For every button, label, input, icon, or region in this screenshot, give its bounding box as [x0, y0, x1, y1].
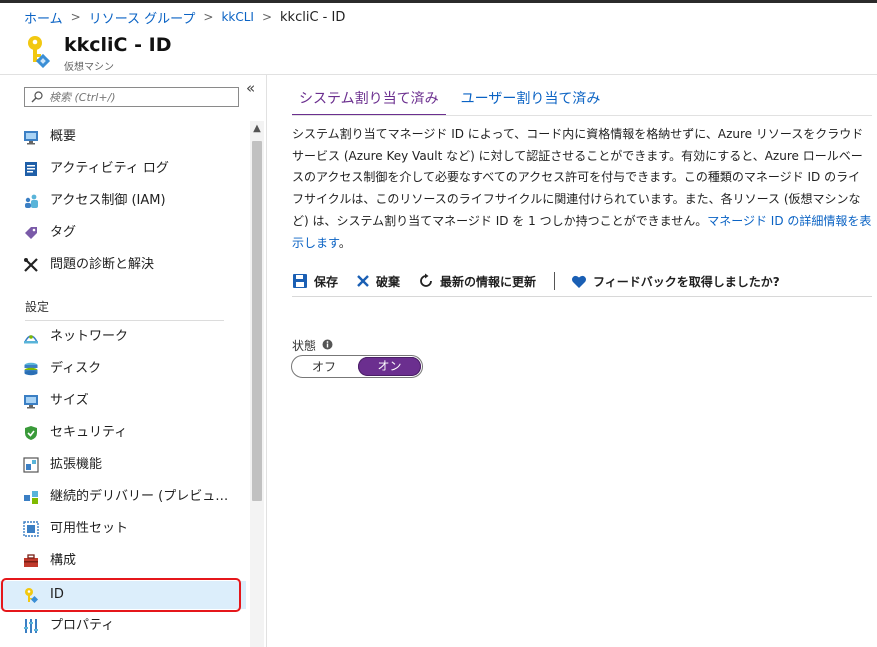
sidebar-item-label: 問題の診断と解決	[50, 257, 155, 272]
sidebar-item-label: プロパティ	[50, 618, 115, 633]
sidebar-item-properties[interactable]: プロパティ	[0, 612, 246, 640]
breadcrumb-resource-group[interactable]: kkCLI	[221, 10, 254, 24]
search-input[interactable]	[49, 90, 229, 104]
sidebar-item-label: アクティビティ ログ	[50, 161, 169, 176]
shield-icon	[23, 425, 39, 441]
feedback-button[interactable]: フィードバックを取得しましたか?	[571, 273, 780, 290]
monitor-icon	[23, 393, 39, 409]
highlight-outline	[1, 578, 241, 612]
delivery-icon	[23, 489, 39, 505]
sidebar: « ▲ 概要 アクティビティ ログ アクセス制御 (IAM)	[0, 75, 267, 647]
availability-icon	[23, 521, 39, 537]
log-icon	[23, 161, 39, 177]
collapse-sidebar-button[interactable]: «	[246, 81, 255, 96]
sidebar-scrollbar[interactable]: ▲	[250, 121, 264, 647]
sidebar-item-label: 継続的デリバリー (プレビュー)	[50, 489, 232, 504]
description-body: システム割り当てマネージド ID によって、コード内に資格情報を格納せずに、Az…	[292, 127, 864, 228]
sidebar-item-disks[interactable]: ディスク	[0, 355, 246, 383]
save-button[interactable]: 保存	[292, 273, 338, 290]
sidebar-item-label: サイズ	[50, 393, 89, 408]
breadcrumb-resource-groups[interactable]: リソース グループ	[89, 8, 196, 27]
status-label-text: 状態	[292, 339, 317, 353]
status-toggle[interactable]: オフ オン	[291, 355, 423, 378]
sidebar-item-label: 拡張機能	[50, 457, 103, 472]
sidebar-item-activity-log[interactable]: アクティビティ ログ	[0, 155, 246, 183]
close-icon	[357, 275, 369, 287]
info-icon[interactable]	[322, 339, 333, 353]
sidebar-item-label: アクセス制御 (IAM)	[50, 193, 166, 208]
breadcrumb-current: kkcliC - ID	[280, 9, 346, 25]
key-icon	[24, 34, 52, 69]
sidebar-item-availability-set[interactable]: 可用性セット	[0, 515, 246, 543]
save-icon	[293, 274, 307, 288]
breadcrumb: ホーム > リソース グループ > kkCLI > kkcliC - ID	[24, 8, 346, 27]
sidebar-item-configuration[interactable]: 構成	[0, 547, 246, 575]
page-subtitle: 仮想マシン	[64, 62, 114, 73]
sidebar-item-label: 概要	[50, 129, 77, 144]
sidebar-item-tags[interactable]: タグ	[0, 219, 246, 247]
breadcrumb-separator: >	[70, 10, 81, 24]
discard-button[interactable]: 破棄	[356, 273, 400, 290]
sidebar-item-overview[interactable]: 概要	[0, 123, 246, 151]
breadcrumb-home[interactable]: ホーム	[24, 8, 63, 27]
sidebar-search[interactable]	[24, 87, 239, 107]
sidebar-item-extensions[interactable]: 拡張機能	[0, 451, 246, 479]
description-text: システム割り当てマネージド ID によって、コード内に資格情報を格納せずに、Az…	[292, 124, 872, 254]
description-suffix: 。	[338, 235, 351, 250]
scroll-up-arrow[interactable]: ▲	[250, 123, 264, 134]
discard-label: 破棄	[376, 274, 401, 289]
save-label: 保存	[314, 274, 339, 289]
section-title-settings: 設定	[25, 300, 50, 314]
sidebar-item-label: 構成	[50, 553, 77, 568]
heart-icon	[572, 275, 587, 288]
refresh-button[interactable]: 最新の情報に更新	[418, 273, 536, 290]
section-divider	[25, 320, 224, 321]
toolbar-separator	[554, 272, 556, 290]
monitor-icon	[23, 129, 39, 145]
sidebar-item-label: タグ	[50, 225, 77, 240]
sidebar-item-label: ネットワーク	[50, 329, 129, 344]
breadcrumb-separator: >	[203, 10, 214, 24]
tab-user-assigned[interactable]: ユーザー割り当て済み	[454, 89, 608, 114]
window-top-border	[0, 0, 877, 3]
sidebar-item-label: 可用性セット	[50, 521, 129, 536]
feedback-label: フィードバックを取得しましたか?	[593, 274, 780, 289]
status-option-off[interactable]: オフ	[292, 358, 356, 375]
extensions-icon	[23, 457, 39, 473]
identity-tabs: システム割り当て済み ユーザー割り当て済み	[292, 89, 608, 116]
tab-system-assigned[interactable]: システム割り当て済み	[292, 89, 446, 116]
refresh-label: 最新の情報に更新	[440, 274, 537, 289]
wrench-icon	[23, 257, 39, 273]
sidebar-item-diagnose[interactable]: 問題の診断と解決	[0, 251, 246, 279]
sidebar-item-label: セキュリティ	[50, 425, 128, 440]
breadcrumb-separator: >	[261, 10, 273, 24]
sidebar-item-security[interactable]: セキュリティ	[0, 419, 246, 447]
page-title: kkcliC - ID	[64, 34, 172, 56]
status-option-on[interactable]: オン	[358, 357, 421, 376]
blade-header: kkcliC - ID 仮想マシン	[0, 28, 877, 75]
tag-icon	[23, 225, 39, 241]
sidebar-item-access-control[interactable]: アクセス制御 (IAM)	[0, 187, 246, 215]
people-icon	[23, 193, 39, 209]
sidebar-item-networking[interactable]: ネットワーク	[0, 323, 246, 351]
refresh-icon	[420, 273, 432, 287]
search-icon	[31, 91, 43, 103]
disk-icon	[23, 361, 39, 377]
tabs-divider	[292, 115, 872, 116]
command-bar: 保存 破棄 最新の情報に更新 フィードバックを取得しましたか?	[292, 266, 872, 297]
sidebar-item-label: ディスク	[50, 361, 102, 376]
sidebar-item-size[interactable]: サイズ	[0, 387, 246, 415]
network-icon	[23, 329, 39, 345]
properties-icon	[23, 618, 39, 634]
sidebar-item-continuous-delivery[interactable]: 継続的デリバリー (プレビュー)	[0, 483, 246, 511]
toolbox-icon	[23, 553, 39, 569]
scroll-thumb[interactable]	[252, 141, 262, 501]
status-label: 状態	[292, 337, 333, 354]
